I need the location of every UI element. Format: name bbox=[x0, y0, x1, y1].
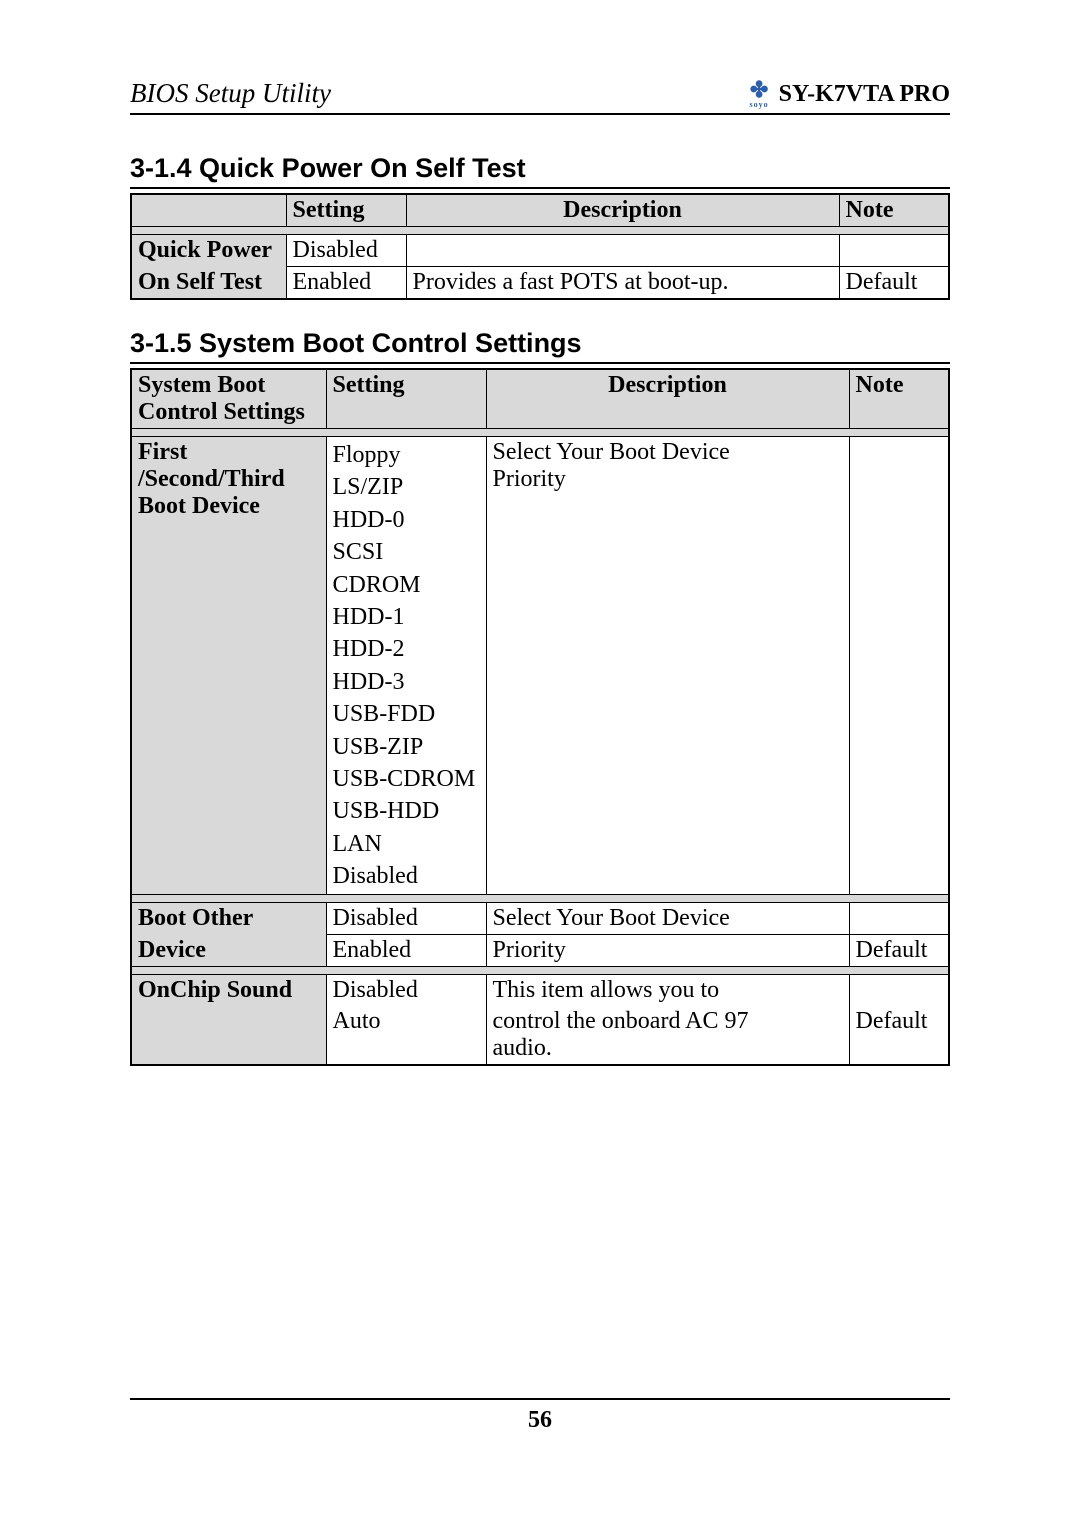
option-value: Disabled bbox=[333, 860, 480, 892]
table-row: OnChip Sound Disabled This item allows y… bbox=[131, 975, 949, 1007]
header-model: ✤ soyo SY-K7VTA PRO bbox=[750, 79, 951, 109]
option-value: CDROM bbox=[333, 569, 480, 601]
setting-cell: Enabled bbox=[326, 935, 486, 967]
option-value: HDD-0 bbox=[333, 504, 480, 536]
table-row: Quick Power Disabled bbox=[131, 235, 949, 267]
desc-cell: Priority bbox=[486, 935, 849, 967]
note-cell: Default bbox=[839, 267, 949, 300]
table-row: Boot Other Disabled Select Your Boot Dev… bbox=[131, 903, 949, 935]
note-cell bbox=[849, 437, 949, 895]
row-label: Boot Other bbox=[131, 903, 326, 935]
option-value: HDD-1 bbox=[333, 601, 480, 633]
table-row: On Self Test Enabled Provides a fast POT… bbox=[131, 267, 949, 300]
section-heading-sbc: 3-1.5 System Boot Control Settings bbox=[130, 328, 950, 364]
col-setting: Setting bbox=[326, 369, 486, 429]
note-cell: Default bbox=[849, 1006, 949, 1065]
table-row: Auto control the onboard AC 97 audio. De… bbox=[131, 1006, 949, 1065]
setting-cell: FloppyLS/ZIPHDD-0SCSICDROMHDD-1HDD-2HDD-… bbox=[326, 437, 486, 895]
note-cell bbox=[849, 903, 949, 935]
option-value: HDD-2 bbox=[333, 633, 480, 665]
setting-cell: Enabled bbox=[286, 267, 406, 300]
desc-cell: This item allows you to bbox=[486, 975, 849, 1007]
table-header-row: Setting Description Note bbox=[131, 194, 949, 227]
option-value: Floppy bbox=[333, 439, 480, 471]
page-header: BIOS Setup Utility ✤ soyo SY-K7VTA PRO bbox=[130, 78, 950, 115]
option-value: USB-CDROM bbox=[333, 763, 480, 795]
row-label: On Self Test bbox=[131, 267, 286, 300]
section-heading-qpost: 3-1.4 Quick Power On Self Test bbox=[130, 153, 950, 189]
setting-cell: Disabled bbox=[286, 235, 406, 267]
row-label: Device bbox=[131, 935, 326, 967]
desc-cell: control the onboard AC 97 audio. bbox=[486, 1006, 849, 1065]
setting-cell: Disabled bbox=[326, 903, 486, 935]
table-row: First /Second/Third Boot Device FloppyLS… bbox=[131, 437, 949, 895]
option-value: USB-HDD bbox=[333, 795, 480, 827]
option-value: SCSI bbox=[333, 536, 480, 568]
header-title: BIOS Setup Utility bbox=[130, 78, 331, 109]
setting-cell: Disabled bbox=[326, 975, 486, 1007]
note-cell bbox=[849, 975, 949, 1007]
desc-cell: Provides a fast POTS at boot-up. bbox=[406, 267, 839, 300]
col-description: Description bbox=[406, 194, 839, 227]
document-page: BIOS Setup Utility ✤ soyo SY-K7VTA PRO 3… bbox=[0, 0, 1080, 1066]
model-name: SY-K7VTA PRO bbox=[779, 81, 950, 108]
brand-logo-icon: ✤ soyo bbox=[750, 79, 769, 109]
note-cell: Default bbox=[849, 935, 949, 967]
note-cell bbox=[839, 235, 949, 267]
option-value: HDD-3 bbox=[333, 666, 480, 698]
page-number: 56 bbox=[0, 1407, 1080, 1434]
option-value: LAN bbox=[333, 828, 480, 860]
option-value: USB-FDD bbox=[333, 698, 480, 730]
col-note: Note bbox=[849, 369, 949, 429]
qpost-table: Setting Description Note Quick Power Dis… bbox=[130, 193, 950, 300]
row-label: OnChip Sound bbox=[131, 975, 326, 1007]
option-value: LS/ZIP bbox=[333, 471, 480, 503]
col-setting: Setting bbox=[286, 194, 406, 227]
option-value: USB-ZIP bbox=[333, 731, 480, 763]
col-description: Description bbox=[486, 369, 849, 429]
sbc-table: System Boot Control Settings Setting Des… bbox=[130, 368, 950, 1066]
row-label: Quick Power bbox=[131, 235, 286, 267]
col-note: Note bbox=[839, 194, 949, 227]
table-header-row: System Boot Control Settings Setting Des… bbox=[131, 369, 949, 429]
desc-cell bbox=[406, 235, 839, 267]
desc-cell: Select Your Boot Device Priority bbox=[486, 437, 849, 895]
desc-cell: Select Your Boot Device bbox=[486, 903, 849, 935]
footer-rule bbox=[130, 1398, 950, 1400]
row-label: First /Second/Third Boot Device bbox=[131, 437, 326, 895]
table-row: Device Enabled Priority Default bbox=[131, 935, 949, 967]
setting-cell: Auto bbox=[326, 1006, 486, 1065]
